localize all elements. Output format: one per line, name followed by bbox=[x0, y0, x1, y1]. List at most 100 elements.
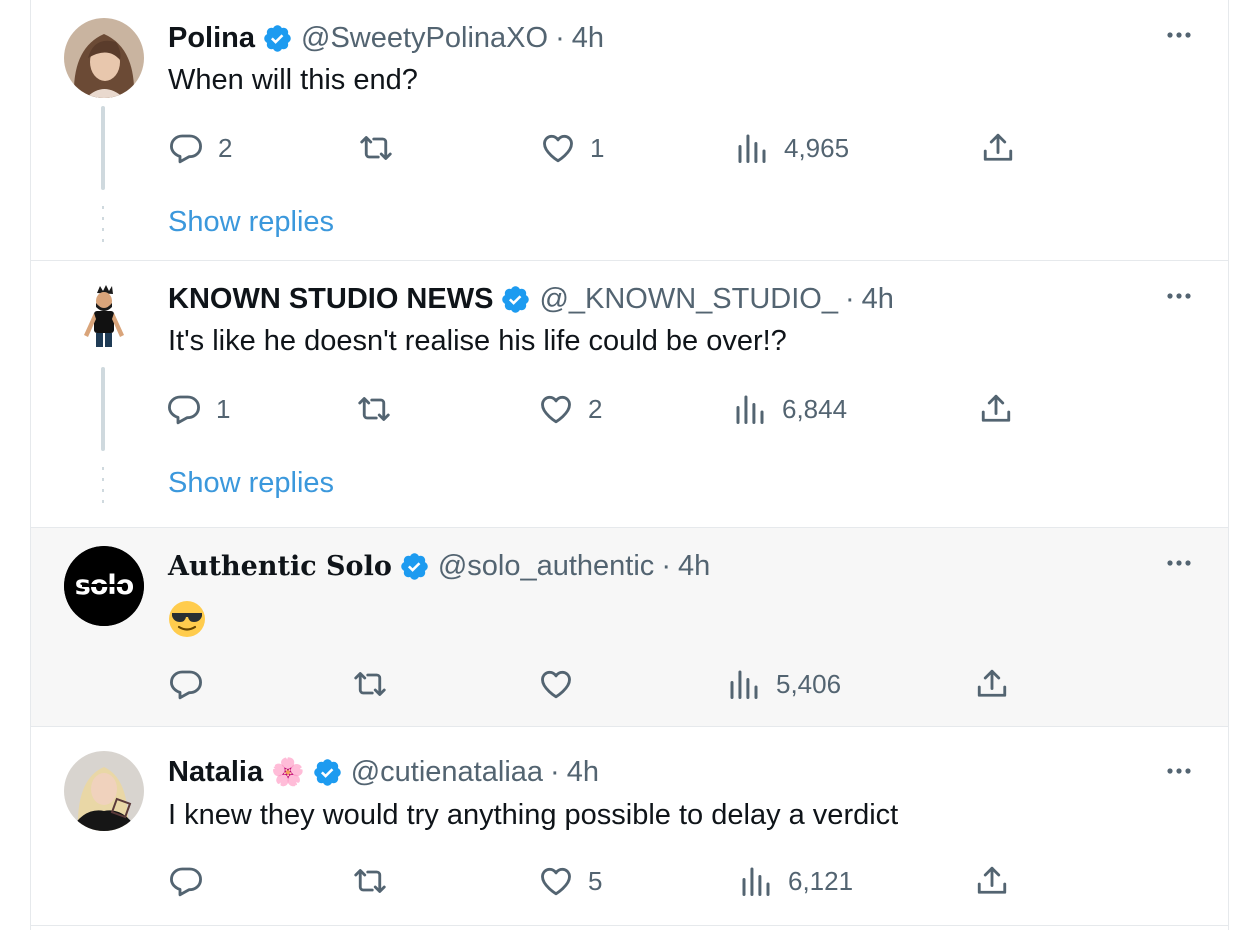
verified-badge-icon bbox=[502, 285, 530, 313]
views-button[interactable]: 5,406 bbox=[726, 664, 841, 704]
verified-badge-icon bbox=[401, 552, 428, 580]
separator: · bbox=[555, 21, 565, 54]
avatar[interactable] bbox=[64, 279, 144, 359]
view-count: 5,406 bbox=[776, 668, 842, 699]
share-icon bbox=[983, 133, 1013, 161]
author-name[interactable]: Authentic Solo bbox=[168, 551, 392, 582]
like-count: 5 bbox=[588, 865, 603, 896]
share-button[interactable] bbox=[974, 664, 1010, 704]
views-button[interactable]: 4,965 bbox=[734, 128, 849, 168]
timestamp[interactable]: 4h bbox=[678, 550, 710, 583]
reply-count: 1 bbox=[216, 393, 231, 424]
retweet-icon bbox=[358, 397, 390, 421]
verified-badge-icon bbox=[313, 758, 341, 786]
author-name[interactable]: Polina bbox=[168, 22, 255, 55]
reply-icon bbox=[170, 867, 202, 897]
thread-dots bbox=[102, 467, 104, 503]
share-button[interactable] bbox=[978, 389, 1014, 429]
action-bar: 2 1 4,965 bbox=[168, 128, 1028, 168]
tweet-header: Polina @SweetyPolinaXO · 4h bbox=[168, 20, 604, 56]
sunglasses-emoji-icon bbox=[169, 601, 205, 637]
heart-icon bbox=[541, 395, 571, 424]
author-handle[interactable]: @solo_authentic bbox=[438, 550, 654, 583]
verified-badge-icon bbox=[264, 24, 291, 52]
timestamp[interactable]: 4h bbox=[862, 283, 894, 316]
like-button[interactable]: 5 bbox=[538, 861, 602, 901]
views-chart-icon bbox=[742, 867, 770, 896]
retweet-icon bbox=[354, 869, 386, 893]
thread-line bbox=[101, 106, 105, 190]
tweet[interactable]: solo Authentic Solo @solo_authentic · 4h bbox=[31, 528, 1228, 727]
reply-icon bbox=[168, 395, 200, 425]
more-options-icon[interactable] bbox=[1164, 25, 1194, 45]
reply-feed: Polina @SweetyPolinaXO · 4h When will th… bbox=[30, 0, 1229, 930]
reply-button[interactable]: 2 bbox=[168, 128, 232, 168]
avatar[interactable] bbox=[64, 18, 144, 98]
share-icon bbox=[981, 394, 1011, 422]
like-button[interactable] bbox=[538, 664, 574, 704]
show-replies-link[interactable]: Show replies bbox=[168, 206, 334, 239]
tweet[interactable]: Natalia 🌸 @cutienataliaa · 4h I knew the… bbox=[31, 727, 1228, 926]
heart-icon bbox=[541, 867, 571, 896]
thread-line bbox=[101, 367, 105, 451]
retweet-icon bbox=[360, 136, 392, 160]
retweet-icon bbox=[354, 672, 386, 696]
views-button[interactable]: 6,121 bbox=[738, 861, 853, 901]
like-count: 1 bbox=[590, 132, 605, 163]
reply-button[interactable] bbox=[168, 861, 204, 901]
share-button[interactable] bbox=[980, 128, 1016, 168]
reply-button[interactable] bbox=[168, 664, 204, 704]
views-chart-icon bbox=[730, 670, 758, 699]
tweet[interactable]: KNOWN STUDIO NEWS @_KNOWN_STUDIO_ · 4h I… bbox=[31, 261, 1228, 528]
author-handle[interactable]: @_KNOWN_STUDIO_ bbox=[539, 283, 838, 316]
action-bar: 5,406 bbox=[168, 664, 1028, 704]
author-handle[interactable]: @SweetyPolinaXO bbox=[301, 22, 548, 55]
author-name[interactable]: Natalia bbox=[168, 756, 263, 789]
retweet-button[interactable] bbox=[352, 861, 388, 901]
view-count: 6,844 bbox=[782, 393, 848, 424]
separator: · bbox=[550, 755, 560, 788]
views-button[interactable]: 6,844 bbox=[732, 389, 847, 429]
avatar[interactable] bbox=[64, 751, 144, 831]
tweet-text: I knew they would try anything possible … bbox=[168, 799, 899, 831]
retweet-button[interactable] bbox=[358, 128, 394, 168]
like-button[interactable]: 1 bbox=[540, 128, 604, 168]
heart-icon bbox=[543, 134, 573, 163]
like-count: 2 bbox=[588, 393, 603, 424]
view-count: 6,121 bbox=[788, 865, 854, 896]
tweet[interactable]: Polina @SweetyPolinaXO · 4h When will th… bbox=[31, 0, 1228, 261]
reply-button[interactable]: 1 bbox=[166, 389, 230, 429]
tweet-header: KNOWN STUDIO NEWS @_KNOWN_STUDIO_ · 4h bbox=[168, 281, 894, 317]
tweet-header: Natalia 🌸 @cutienataliaa · 4h bbox=[168, 754, 599, 790]
reply-icon bbox=[170, 670, 202, 700]
separator: · bbox=[844, 282, 855, 315]
tweet-text: It's like he doesn't realise his life co… bbox=[168, 325, 787, 357]
author-name[interactable]: KNOWN STUDIO NEWS bbox=[168, 283, 493, 316]
like-button[interactable]: 2 bbox=[538, 389, 602, 429]
cherry-blossom-emoji: 🌸 bbox=[271, 757, 305, 787]
separator: · bbox=[661, 549, 671, 582]
reply-count: 2 bbox=[218, 132, 233, 163]
share-button[interactable] bbox=[974, 861, 1010, 901]
more-options-icon[interactable] bbox=[1164, 286, 1194, 306]
heart-icon bbox=[541, 670, 571, 699]
action-bar: 5 6,121 bbox=[168, 861, 1028, 901]
view-count: 4,965 bbox=[784, 132, 850, 163]
share-icon bbox=[977, 866, 1007, 894]
timestamp[interactable]: 4h bbox=[572, 22, 604, 55]
reply-icon bbox=[170, 134, 202, 164]
thread-dots bbox=[102, 206, 104, 242]
retweet-button[interactable] bbox=[356, 389, 392, 429]
retweet-button[interactable] bbox=[352, 664, 388, 704]
views-chart-icon bbox=[738, 134, 766, 163]
more-options-icon[interactable] bbox=[1164, 761, 1194, 781]
views-chart-icon bbox=[736, 395, 764, 424]
show-replies-link[interactable]: Show replies bbox=[168, 467, 334, 500]
avatar[interactable]: solo bbox=[64, 546, 144, 626]
author-handle[interactable]: @cutienataliaa bbox=[351, 756, 543, 789]
tweet-text: When will this end? bbox=[168, 64, 418, 96]
tweet-header: Authentic Solo @solo_authentic · 4h bbox=[168, 548, 710, 584]
action-bar: 1 2 6,844 bbox=[166, 389, 1026, 429]
timestamp[interactable]: 4h bbox=[567, 756, 599, 789]
more-options-icon[interactable] bbox=[1164, 553, 1194, 573]
